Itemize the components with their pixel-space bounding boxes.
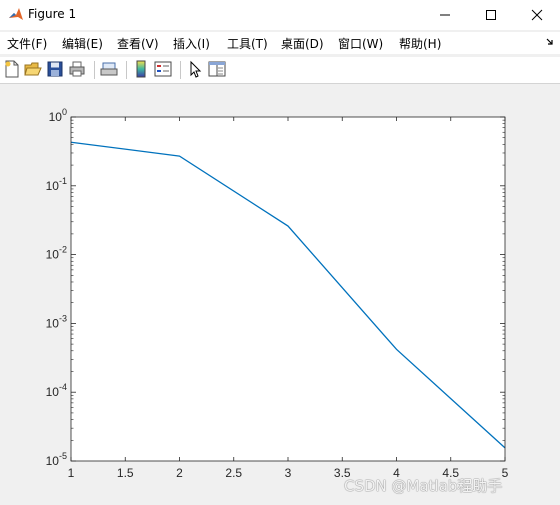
y-tick-label: 10-5	[46, 451, 67, 468]
menu-window[interactable]: 窗口(W)	[338, 35, 383, 52]
menu-insert[interactable]: 插入(I)	[173, 35, 210, 52]
y-tick-labels: 10-5 10-4 10-3 10-2 10-1 100	[46, 107, 67, 468]
x-tick-label: 2	[176, 466, 183, 480]
figure-toolbar	[0, 57, 560, 84]
window-title: Figure 1	[28, 7, 77, 21]
maximize-button[interactable]	[468, 0, 514, 30]
minimize-button[interactable]	[422, 0, 468, 30]
x-tick-label: 3	[285, 466, 292, 480]
menu-edit[interactable]: 编辑(E)	[62, 35, 103, 52]
toolbar-separator	[94, 61, 95, 79]
figure-canvas: 1 1.5 2 2.5 3 3.5 4 4.5 5 10-5 10-4 10-3 10-2 10-1 10…	[0, 84, 560, 505]
title-bar: Figure 1	[0, 0, 560, 30]
x-tick-label: 1.5	[117, 466, 134, 480]
minimize-icon	[440, 14, 450, 16]
close-icon	[531, 9, 543, 21]
x-tick-label: 1	[68, 466, 75, 480]
y-tick-label: 10-2	[46, 245, 67, 262]
colorbar-icon[interactable]	[132, 60, 150, 78]
menu-desktop[interactable]: 桌面(D)	[281, 35, 324, 52]
y-tick-label: 10-3	[46, 313, 67, 330]
y-tick-label: 10-1	[46, 176, 67, 193]
menu-dock-arrow-icon[interactable]	[546, 38, 554, 46]
maximize-icon	[486, 10, 496, 20]
matlab-app-icon	[9, 8, 23, 20]
plot-area[interactable]: 1 1.5 2 2.5 3 3.5 4 4.5 5 10-510-410-310-210-110…	[0, 84, 560, 505]
menu-file[interactable]: 文件(F)	[7, 35, 47, 52]
x-tick-label: 5	[502, 466, 509, 480]
y-tick-label: 10-4	[46, 382, 67, 399]
x-tick-label: 2.5	[225, 466, 242, 480]
open-file-icon[interactable]	[24, 60, 42, 78]
save-icon[interactable]	[46, 60, 64, 78]
print-icon[interactable]	[68, 60, 86, 78]
print-preview-icon[interactable]	[100, 60, 118, 78]
menu-bar: 文件(F) 编辑(E) 查看(V) 插入(I) 工具(T) 桌面(D) 窗口(W…	[0, 32, 560, 54]
pointer-icon[interactable]	[186, 60, 204, 78]
close-button[interactable]	[514, 0, 560, 30]
watermark: CSDN @Matlab程助手	[344, 477, 503, 495]
menu-view[interactable]: 查看(V)	[117, 35, 159, 52]
axes-background	[71, 117, 505, 461]
legend-icon[interactable]	[154, 60, 172, 78]
y-tick-label: 100	[49, 107, 67, 124]
toolbar-separator	[126, 61, 127, 79]
menu-help[interactable]: 帮助(H)	[399, 35, 441, 52]
new-figure-icon[interactable]	[3, 60, 21, 78]
property-editor-icon[interactable]	[208, 60, 226, 78]
toolbar-separator	[180, 61, 181, 79]
menu-tools[interactable]: 工具(T)	[227, 35, 268, 52]
